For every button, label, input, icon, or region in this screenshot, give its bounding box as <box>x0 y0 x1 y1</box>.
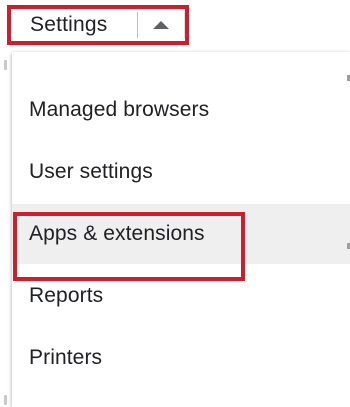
background-mark <box>4 395 7 405</box>
menu-item-reports[interactable]: Reports <box>12 266 350 326</box>
menu-item-label: User settings <box>29 160 153 183</box>
menu-item-user-settings[interactable]: User settings <box>12 142 350 202</box>
menu-item-apps-extensions[interactable]: Apps & extensions <box>12 204 350 264</box>
screenshot-stage: Settings Managed browsers User settings … <box>0 0 350 407</box>
settings-menu-button[interactable]: Settings <box>7 5 189 45</box>
menu-item-managed-browsers[interactable]: Managed browsers <box>12 80 350 140</box>
settings-dropdown-menu: Managed browsers User settings Apps & ex… <box>12 52 350 407</box>
background-page <box>0 52 12 407</box>
background-mark <box>4 60 7 70</box>
menu-item-printers[interactable]: Printers <box>12 328 350 388</box>
divider <box>184 12 186 38</box>
menu-item-label: Printers <box>29 346 103 369</box>
menu-item-label: Managed browsers <box>29 98 210 121</box>
settings-label: Settings <box>30 13 108 36</box>
collapse-menu-button[interactable] <box>138 9 184 41</box>
menu-item-label: Apps & extensions <box>29 222 205 245</box>
menu-item-label: Reports <box>29 284 104 307</box>
caret-up-icon <box>153 21 170 29</box>
